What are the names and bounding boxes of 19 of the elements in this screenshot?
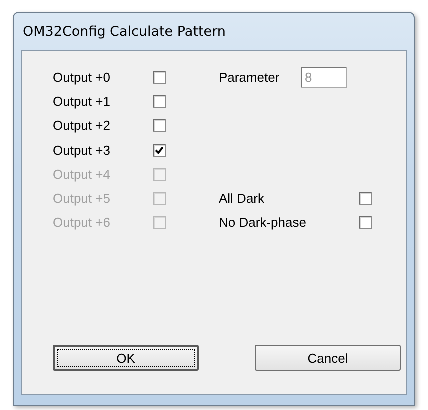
- field-label: Parameter: [219, 70, 281, 85]
- checkbox[interactable]: [153, 70, 166, 84]
- checkbox-label: Output +6: [53, 215, 112, 230]
- checkbox-label: Output +1: [53, 94, 112, 109]
- checkbox[interactable]: [359, 216, 372, 230]
- checkbox[interactable]: [153, 94, 166, 108]
- checkbox-label: Output +5: [53, 191, 112, 206]
- checkbox-label: No Dark-phase: [219, 215, 308, 230]
- dialog-button[interactable]: OK: [53, 345, 199, 372]
- checkbox-label: Output +4: [53, 166, 112, 182]
- dialog-button[interactable]: Cancel: [255, 345, 401, 372]
- checkbox-label: Output +2: [53, 118, 112, 134]
- window-title: OM32Config Calculate Pattern: [23, 24, 226, 40]
- checkbox-label: All Dark: [219, 191, 266, 206]
- checkbox-label: Output +0: [53, 70, 112, 85]
- checkbox[interactable]: [359, 192, 372, 206]
- checkbox-label: Output +3: [53, 142, 112, 158]
- checkbox[interactable]: [153, 144, 166, 157]
- checkbox[interactable]: [153, 119, 166, 132]
